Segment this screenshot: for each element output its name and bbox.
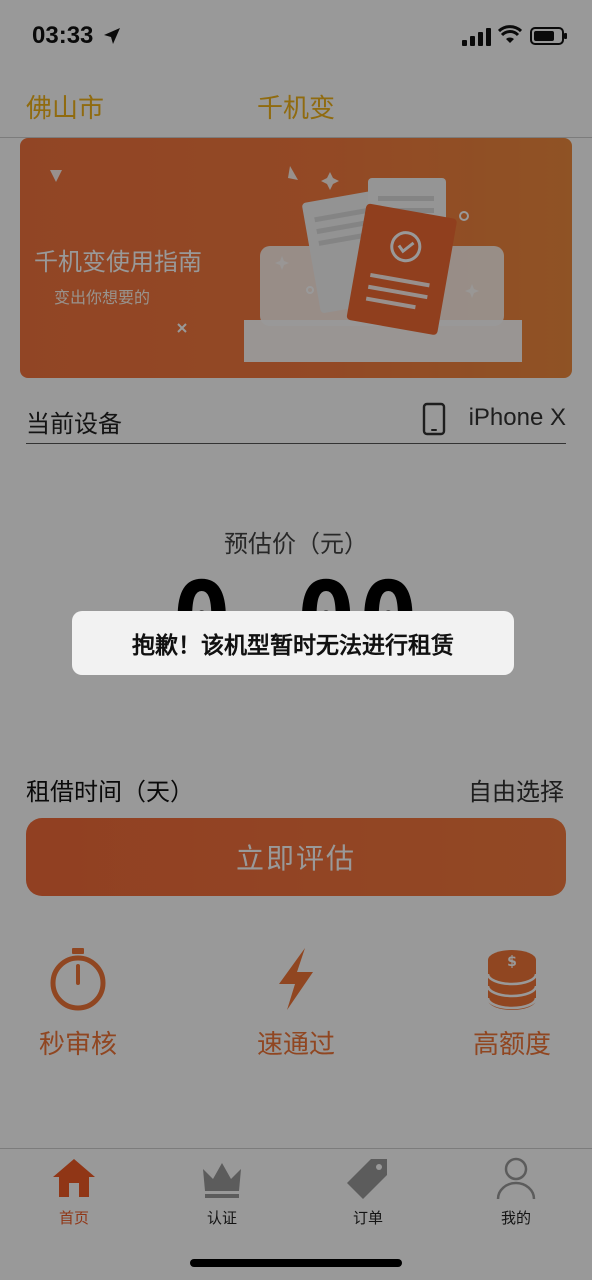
toast-message: 抱歉！该机型暂时无法进行租赁 — [72, 611, 514, 675]
toast-text: 抱歉！该机型暂时无法进行租赁 — [132, 633, 454, 659]
